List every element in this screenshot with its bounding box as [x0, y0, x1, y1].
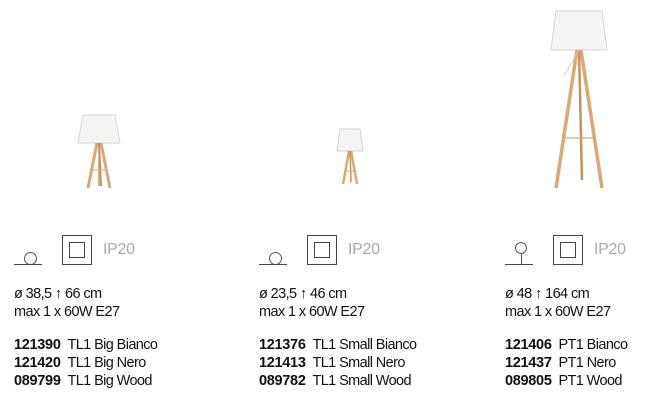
spec-icons: IP20 [259, 232, 449, 268]
product-name: TL1 Big Bianco [67, 337, 158, 353]
product-code: 121390 [14, 337, 61, 353]
list-item: 089799 TL1 Big Wood [14, 372, 157, 390]
tl1-big-lamp-image [77, 114, 121, 189]
product-name: TL1 Big Nero [67, 355, 146, 371]
power-rating: max 1 x 60W E27 [505, 304, 611, 320]
ip-rating: IP20 [103, 241, 135, 258]
product-column-tl1-small: IP20 ø 23,5 ↑ 46 cm max 1 x 60W E27 1213… [259, 0, 449, 399]
spec-icons: IP20 [505, 232, 653, 268]
product-code: 089805 [505, 373, 552, 389]
product-code: 121437 [505, 355, 552, 371]
floor-line-icon [505, 264, 533, 265]
ip-rating: IP20 [594, 241, 626, 258]
list-item: 121420 TL1 Big Nero [14, 354, 157, 372]
product-name: TL1 Small Bianco [312, 337, 417, 353]
dimensions: ø 38,5 ↑ 66 cm [14, 286, 102, 302]
product-code: 121406 [505, 337, 552, 353]
list-item: 121390 TL1 Big Bianco [14, 336, 158, 354]
dimensions: ø 48 ↑ 164 cm [505, 286, 590, 302]
variant-list: 121390 TL1 Big Bianco 121420 TL1 Big Ner… [14, 336, 158, 390]
product-name: TL1 Big Wood [67, 373, 152, 389]
surface-line-icon [14, 264, 42, 265]
product-code: 089799 [14, 373, 61, 389]
power-rating: max 1 x 60W E27 [259, 304, 365, 320]
specs: ø 48 ↑ 164 cm max 1 x 60W E27 [505, 285, 611, 321]
list-item: 121376 TL1 Small Bianco [259, 336, 417, 354]
spec-icons: IP20 [14, 232, 204, 268]
product-code: 121413 [259, 355, 306, 371]
specs: ø 38,5 ↑ 66 cm max 1 x 60W E27 [14, 285, 120, 321]
list-item: 089805 PT1 Wood [505, 372, 627, 390]
class-ii-insulation-icon [307, 235, 337, 265]
surface-line-icon [259, 264, 287, 265]
product-code: 089782 [259, 373, 306, 389]
variant-list: 121376 TL1 Small Bianco 121413 TL1 Small… [259, 336, 417, 390]
class-ii-insulation-icon [553, 235, 583, 265]
product-code: 121376 [259, 337, 306, 353]
pt1-floor-lamp-image [550, 10, 608, 189]
list-item: 089782 TL1 Small Wood [259, 372, 417, 390]
variant-list: 121406 PT1 Bianco 121437 PT1 Nero 089805… [505, 336, 628, 390]
specs: ø 23,5 ↑ 46 cm max 1 x 60W E27 [259, 285, 365, 321]
list-item: 121413 TL1 Small Nero [259, 354, 417, 372]
list-item: 121406 PT1 Bianco [505, 336, 628, 354]
power-rating: max 1 x 60W E27 [14, 304, 120, 320]
tl1-small-lamp-image [336, 128, 364, 185]
product-name: PT1 Nero [558, 355, 616, 371]
floor-lamp-stem-icon [521, 253, 522, 264]
ip-rating: IP20 [348, 241, 380, 258]
product-name: TL1 Small Wood [312, 373, 411, 389]
dimensions: ø 23,5 ↑ 46 cm [259, 286, 347, 302]
product-code: 121420 [14, 355, 61, 371]
product-column-tl1-big: IP20 ø 38,5 ↑ 66 cm max 1 x 60W E27 1213… [14, 0, 204, 399]
product-name: PT1 Wood [558, 373, 622, 389]
product-name: PT1 Bianco [558, 337, 628, 353]
product-column-pt1: IP20 ø 48 ↑ 164 cm max 1 x 60W E27 12140… [505, 0, 653, 399]
list-item: 121437 PT1 Nero [505, 354, 627, 372]
class-ii-insulation-icon [62, 235, 92, 265]
product-name: TL1 Small Nero [312, 355, 405, 371]
